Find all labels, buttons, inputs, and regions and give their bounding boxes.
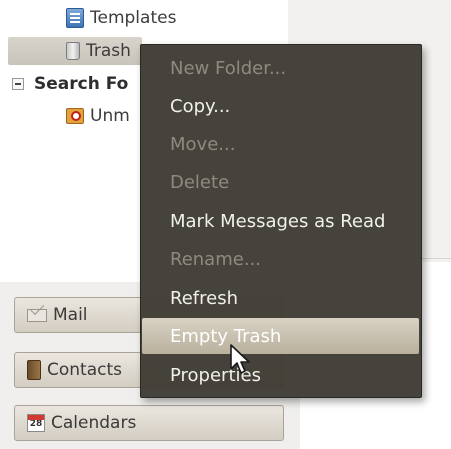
menu-item-move[interactable]: Move... [142, 126, 419, 162]
menu-item-label: New Folder... [170, 57, 287, 79]
calendar-icon: 28 [27, 414, 45, 432]
evolution-window: Templates Trash Search Fo Unm Mail Conta… [0, 0, 451, 449]
menu-item-refresh[interactable]: Refresh [142, 280, 419, 316]
calendars-button[interactable]: 28 Calendars [14, 405, 284, 441]
search-folder-icon [66, 108, 84, 124]
mail-icon [27, 308, 47, 322]
calendars-button-label: Calendars [51, 413, 137, 433]
menu-item-mark-messages-read[interactable]: Mark Messages as Read [142, 203, 419, 239]
folder-unmatched[interactable]: Unm [66, 102, 130, 130]
folder-context-menu: New Folder... Copy... Move... Delete Mar… [140, 44, 422, 398]
menu-item-empty-trash[interactable]: Empty Trash [142, 318, 419, 354]
menu-item-label: Rename... [170, 248, 261, 270]
menu-item-label: Move... [170, 133, 236, 155]
menu-item-properties[interactable]: Properties [142, 357, 419, 393]
search-folders-group[interactable]: Search Fo [12, 70, 128, 98]
contacts-icon [27, 360, 41, 380]
mail-button-label: Mail [53, 305, 88, 325]
menu-item-rename[interactable]: Rename... [142, 241, 419, 277]
menu-item-new-folder[interactable]: New Folder... [142, 50, 419, 86]
trash-icon [66, 42, 80, 60]
templates-folder-icon [66, 8, 84, 28]
menu-item-label: Mark Messages as Read [170, 210, 386, 232]
menu-item-label: Delete [170, 171, 230, 193]
menu-item-copy[interactable]: Copy... [142, 88, 419, 124]
folder-unmatched-label: Unm [90, 106, 130, 126]
folder-trash[interactable]: Trash [8, 37, 142, 65]
menu-item-label: Refresh [170, 287, 238, 309]
menu-item-label: Copy... [170, 95, 231, 117]
folder-templates-label: Templates [90, 8, 177, 28]
search-folders-label: Search Fo [34, 74, 129, 94]
collapse-icon[interactable] [12, 78, 24, 90]
menu-item-label: Empty Trash [170, 325, 282, 347]
contacts-button-label: Contacts [47, 360, 122, 380]
folder-templates[interactable]: Templates [66, 4, 176, 32]
folder-trash-label: Trash [86, 41, 131, 61]
mouse-pointer-icon [230, 344, 250, 374]
menu-item-delete[interactable]: Delete [142, 164, 419, 200]
